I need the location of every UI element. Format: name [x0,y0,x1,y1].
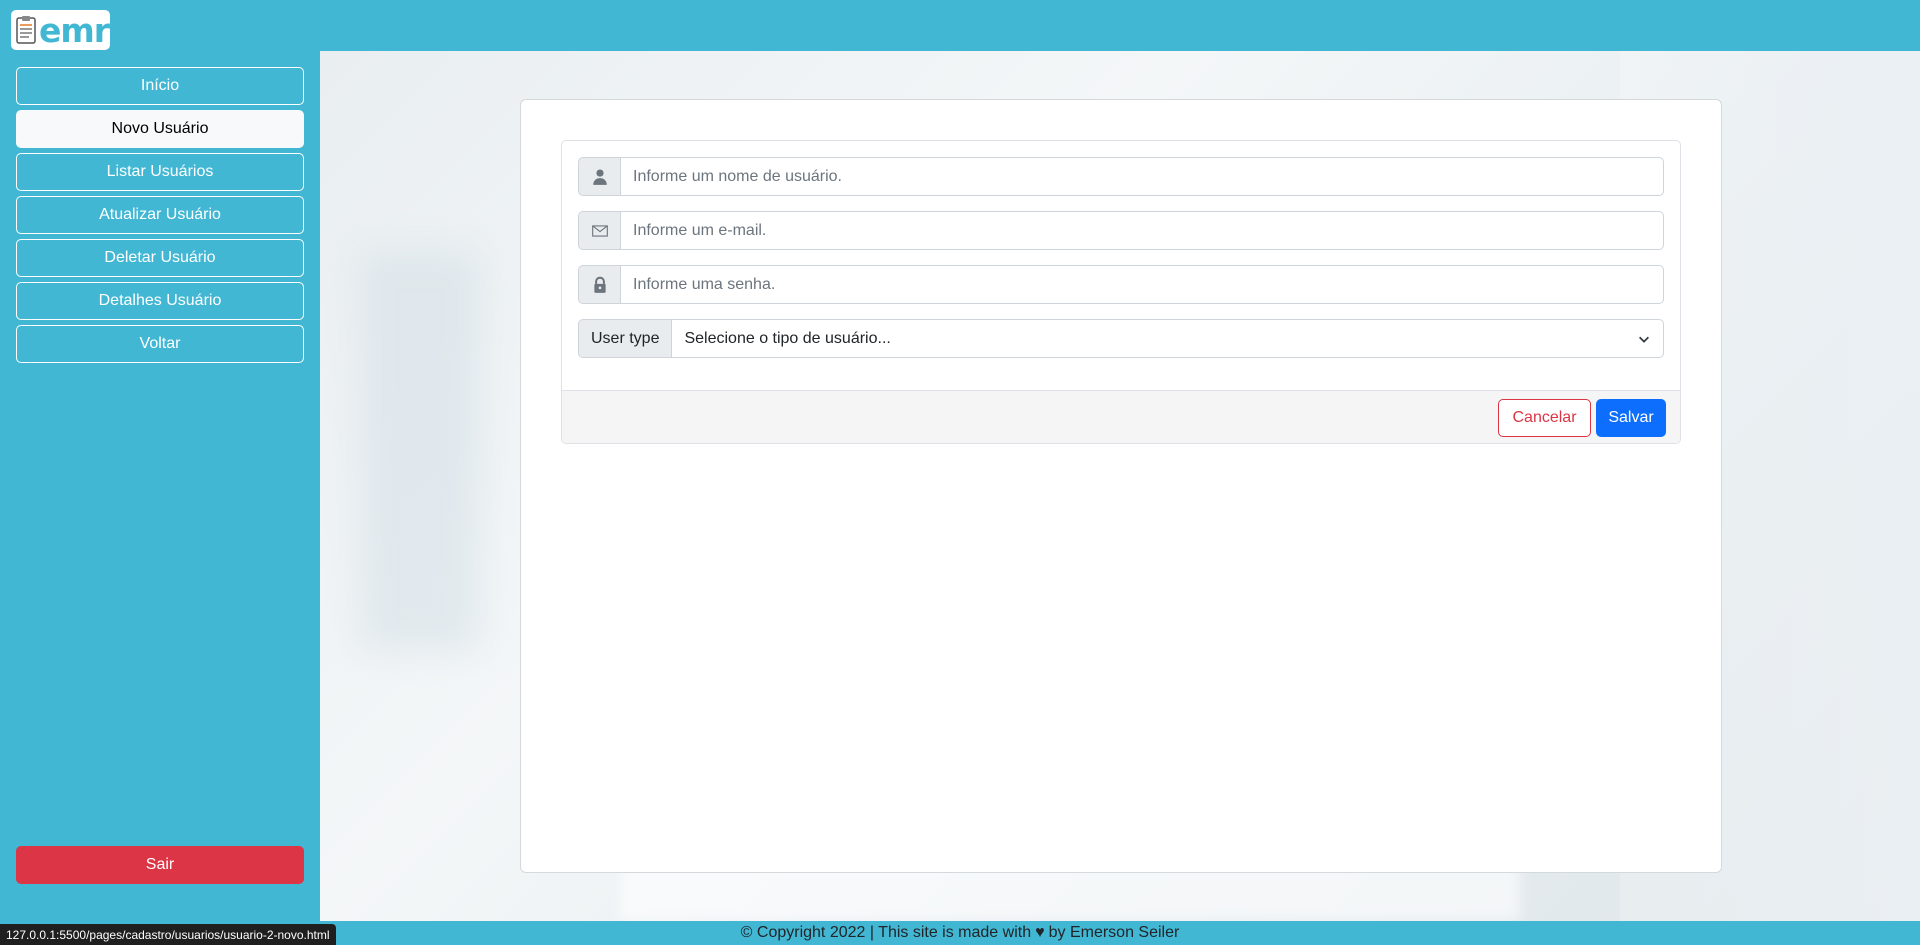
sidebar-item-voltar[interactable]: Voltar [16,325,304,363]
email-input[interactable] [620,211,1664,250]
logout-button[interactable]: Sair [16,846,304,884]
sidebar-item-detalhes-usuario[interactable]: Detalhes Usuário [16,282,304,320]
status-bar-url: 127.0.0.1:5500/pages/cadastro/usuarios/u… [0,924,336,945]
cancel-button[interactable]: Cancelar [1498,399,1591,437]
username-input[interactable] [620,157,1664,196]
sidebar: Início Novo Usuário Listar Usuários Atua… [0,51,320,921]
clipboard-icon [16,16,36,44]
user-type-group: User type Selecione o tipo de usuário... [578,319,1664,358]
new-user-form: User type Selecione o tipo de usuário...… [561,140,1681,444]
save-button[interactable]: Salvar [1596,399,1666,437]
logo-text: emr [39,10,110,50]
sidebar-item-atualizar-usuario[interactable]: Atualizar Usuário [16,196,304,234]
user-type-selected: Selecione o tipo de usuário... [684,329,891,347]
form-footer: Cancelar Salvar [562,390,1680,443]
footer-text-before: © Copyright 2022 | This site is made wit… [740,924,1032,941]
background-blur [360,251,480,651]
email-group [578,211,1664,250]
password-group [578,265,1664,304]
chevron-down-icon [1639,336,1649,343]
sidebar-item-deletar-usuario[interactable]: Deletar Usuário [16,239,304,277]
sidebar-item-listar-usuarios[interactable]: Listar Usuários [16,153,304,191]
lock-icon [578,265,620,304]
password-input[interactable] [620,265,1664,304]
envelope-icon [578,211,620,250]
sidebar-item-novo-usuario[interactable]: Novo Usuário [16,110,304,148]
content-card: User type Selecione o tipo de usuário...… [520,99,1722,873]
user-type-label: User type [578,319,672,358]
heart-icon: ♥ [1035,924,1045,941]
main-content: User type Selecione o tipo de usuário...… [320,51,1920,921]
sidebar-item-inicio[interactable]: Início [16,67,304,105]
app-logo[interactable]: emr [11,10,110,50]
footer-text-after: by Emerson Seiler [1048,924,1180,941]
username-group [578,157,1664,196]
user-type-select[interactable]: Selecione o tipo de usuário... [671,319,1664,358]
user-icon [578,157,620,196]
top-header: emr [0,0,1920,51]
